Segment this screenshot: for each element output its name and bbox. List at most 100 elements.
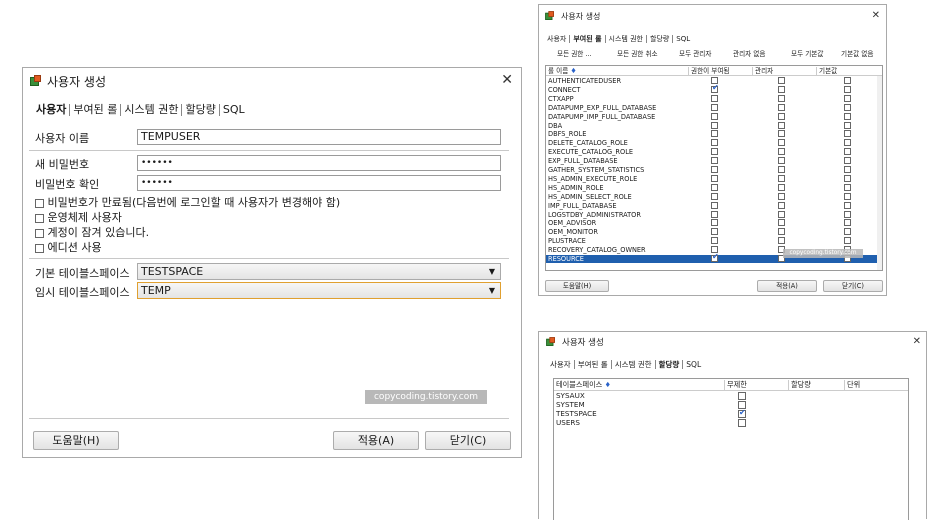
granted-checkbox[interactable] [711,201,718,209]
granted-checkbox[interactable] [711,103,718,111]
table-row[interactable]: OEM_MONITOR [546,228,882,236]
table-row[interactable]: OEM_ADVISOR [546,219,882,227]
table-row[interactable]: DBFS_ROLE [546,130,882,138]
admin-checkbox[interactable] [778,94,785,102]
default-checkbox[interactable] [844,77,851,84]
table-row[interactable]: EXP_FULL_DATABASE [546,157,882,165]
table-row[interactable]: IMP_FULL_DATABASE [546,201,882,210]
table-row[interactable]: DBA [546,121,882,130]
granted-checkbox[interactable] [711,228,718,236]
default-none-button[interactable]: 기본값 없음 [841,48,873,60]
unlimited-checkbox[interactable] [738,392,746,400]
admin-checkbox[interactable] [778,201,785,209]
default-checkbox[interactable] [844,210,851,218]
default-checkbox[interactable] [844,201,851,209]
column-role-name[interactable]: 롤 이름 ♦ [548,67,577,75]
admin-checkbox[interactable] [778,174,785,182]
tab-granted-roles[interactable]: 부여된 롤 [570,35,606,43]
table-row[interactable]: USERS [554,418,908,427]
checkbox-icon[interactable] [35,213,44,223]
table-row[interactable]: SYSTEM [554,400,908,409]
granted-checkbox[interactable] [711,157,718,165]
help-button[interactable]: 도움말(H) [33,431,119,450]
account-locked-checkbox[interactable]: 계정이 잠겨 있습니다. [35,224,149,240]
tab-granted-roles[interactable]: 부여된 롤 [575,360,612,369]
admin-checkbox[interactable] [778,210,785,218]
default-checkbox[interactable] [844,112,851,120]
tab-user[interactable]: 사용자 [33,104,71,116]
granted-checkbox[interactable] [711,253,719,262]
table-row[interactable]: LOGSTDBY_ADMINISTRATOR [546,210,882,219]
revoke-all-button[interactable]: 모든 권한 취소 [617,48,658,60]
granted-checkbox[interactable] [711,166,718,173]
admin-checkbox[interactable] [778,166,785,173]
admin-checkbox[interactable] [778,219,785,227]
os-user-checkbox[interactable]: 운영체제 사용자 [35,209,122,225]
default-checkbox[interactable] [844,228,851,236]
grant-all-button[interactable]: 모든 권한 ... [557,48,592,60]
table-row[interactable]: EXECUTE_CATALOG_ROLE [546,148,882,156]
column-quota[interactable]: 할당량 [788,380,811,390]
password-expired-checkbox[interactable]: 비밀번호가 만료됨(다음번에 로그인할 때 사용자가 변경해야 함) [35,194,340,210]
temp-tablespace-select[interactable]: TEMP ▼ [137,282,501,299]
tab-system-privileges[interactable]: 시스템 권한 [606,35,647,43]
chevron-down-icon[interactable]: ▼ [489,264,495,279]
checkbox-icon[interactable] [35,228,44,238]
confirm-password-input[interactable]: •••••• [137,175,501,191]
table-row[interactable]: DATAPUMP_IMP_FULL_DATABASE [546,112,882,121]
tab-sql[interactable]: SQL [673,35,693,43]
table-row[interactable]: GATHER_SYSTEM_STATISTICS [546,166,882,174]
default-checkbox[interactable] [844,166,851,173]
admin-checkbox[interactable] [778,148,785,156]
table-row[interactable]: TESTSPACE [554,408,908,418]
admin-checkbox[interactable] [778,139,785,147]
apply-button[interactable]: 적용(A) [757,280,817,292]
admin-checkbox[interactable] [778,228,785,236]
chevron-down-icon[interactable]: ▼ [489,283,495,298]
apply-button[interactable]: 적용(A) [333,431,419,450]
tab-sql[interactable]: SQL [683,360,704,369]
admin-none-button[interactable]: 관리자 없음 [733,48,765,60]
granted-checkbox[interactable] [711,94,718,102]
admin-checkbox[interactable] [778,112,785,120]
default-checkbox[interactable] [844,192,851,200]
admin-checkbox[interactable] [778,85,785,93]
close-button[interactable]: 닫기(C) [425,431,511,450]
granted-checkbox[interactable] [711,237,718,245]
granted-checkbox[interactable] [711,219,718,227]
default-checkbox[interactable] [844,148,851,156]
admin-checkbox[interactable] [778,183,785,191]
unlimited-checkbox[interactable] [738,408,746,418]
granted-checkbox[interactable] [711,174,718,182]
tab-user[interactable]: 사용자 [547,360,575,369]
granted-checkbox[interactable] [711,84,719,93]
admin-checkbox[interactable] [778,121,785,129]
granted-checkbox[interactable] [711,183,718,191]
column-unit[interactable]: 단위 [844,380,860,390]
default-checkbox[interactable] [844,130,851,138]
granted-checkbox[interactable] [711,148,718,156]
granted-checkbox[interactable] [711,210,718,218]
close-icon[interactable]: ✕ [872,10,880,21]
default-checkbox[interactable] [844,121,851,129]
default-all-button[interactable]: 모두 기본값 [791,48,823,60]
admin-checkbox[interactable] [778,130,785,138]
checkbox-icon[interactable] [35,198,44,208]
tab-user[interactable]: 사용자 [544,35,571,43]
user-name-input[interactable]: TEMPUSER [137,129,501,145]
table-row[interactable]: DATAPUMP_EXP_FULL_DATABASE [546,103,882,112]
tab-quota[interactable]: 할당량 [656,360,684,369]
unlimited-checkbox[interactable] [738,419,746,427]
admin-checkbox[interactable] [778,77,785,84]
table-row[interactable]: HS_ADMIN_SELECT_ROLE [546,192,882,201]
table-row[interactable]: SYSAUX [554,391,908,400]
default-checkbox[interactable] [844,174,851,182]
tab-quota[interactable]: 할당량 [647,35,674,43]
default-checkbox[interactable] [844,219,851,227]
tab-quota[interactable]: 할당량 [182,104,220,116]
admin-all-button[interactable]: 모두 관리자 [679,48,711,60]
close-icon[interactable]: ✕ [913,336,921,347]
table-row[interactable]: HS_ADMIN_ROLE [546,183,882,192]
default-checkbox[interactable] [844,157,851,165]
granted-checkbox[interactable] [711,139,718,147]
